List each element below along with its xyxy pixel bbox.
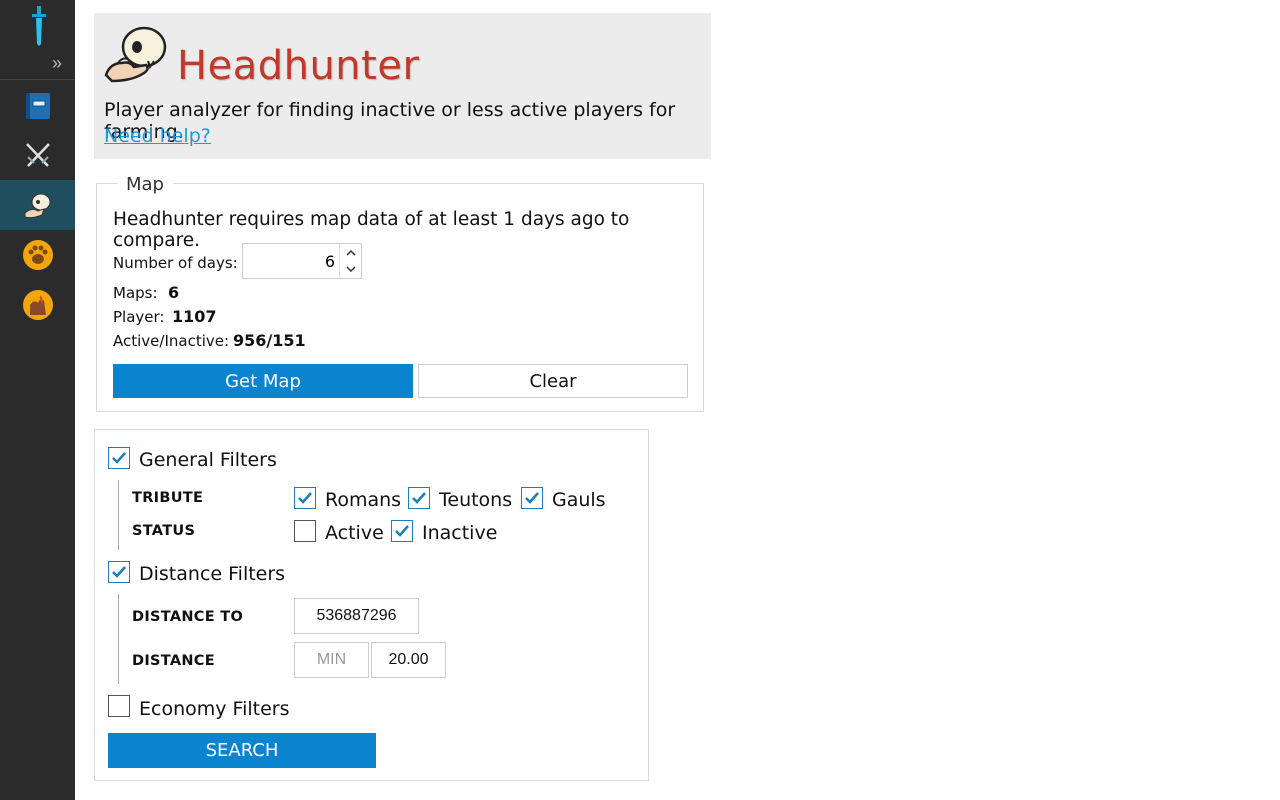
active-inactive-value: 956/151 (233, 331, 306, 350)
checkmark-icon (395, 525, 409, 537)
days-stepper[interactable] (242, 243, 362, 279)
map-group: Map Headhunter requires map data of at l… (96, 174, 704, 412)
checkmark-icon (412, 492, 426, 504)
economy-filters-checkbox[interactable] (108, 695, 130, 717)
headhunter-logo-icon (104, 23, 168, 83)
clear-button[interactable]: Clear (418, 364, 688, 398)
distance-min-input[interactable] (294, 642, 369, 678)
teutons-label: Teutons (439, 489, 513, 511)
days-spinner (339, 244, 361, 278)
get-map-button[interactable]: Get Map (113, 364, 413, 398)
sidebar-item-book[interactable] (0, 80, 75, 130)
maps-value: 6 (168, 283, 180, 302)
checkmark-icon (298, 492, 312, 504)
filters-panel: General Filters TRIBUTE Romans Teutons G… (94, 429, 649, 781)
gauls-label: Gauls (552, 489, 606, 511)
sidebar: » (0, 0, 75, 800)
general-filters-checkbox[interactable] (108, 447, 130, 469)
map-legend: Map (117, 174, 173, 195)
fire-hand-icon (22, 290, 53, 320)
active-checkbox[interactable] (294, 520, 316, 542)
inactive-checkbox[interactable] (391, 520, 413, 542)
distance-filters-checkbox[interactable] (108, 561, 130, 583)
tribute-label: TRIBUTE (132, 490, 204, 506)
crossed-swords-icon (25, 143, 50, 167)
need-help-link[interactable]: Need help? (104, 125, 211, 147)
checkmark-icon (525, 492, 539, 504)
distance-label: DISTANCE (132, 653, 215, 669)
romans-label: Romans (325, 489, 402, 511)
distance-max-input[interactable] (371, 642, 446, 678)
spin-down-icon[interactable] (340, 261, 361, 278)
economy-filters-label: Economy Filters (139, 698, 290, 720)
days-label: Number of days: (113, 254, 238, 272)
checkmark-icon (112, 452, 126, 464)
inactive-label: Inactive (422, 522, 498, 544)
romans-checkbox[interactable] (294, 487, 316, 509)
teutons-checkbox[interactable] (408, 487, 430, 509)
player-value: 1107 (172, 307, 217, 326)
page-title: Headhunter (177, 43, 420, 89)
maps-label: Maps: (113, 284, 158, 302)
expand-sidebar-icon[interactable]: » (52, 54, 70, 72)
book-icon (25, 93, 50, 119)
days-input[interactable] (243, 244, 339, 278)
gauls-checkbox[interactable] (521, 487, 543, 509)
sidebar-item-headhunter[interactable] (0, 180, 75, 230)
general-filters-label: General Filters (139, 449, 277, 471)
paw-icon (22, 240, 53, 270)
distance-to-label: DISTANCE TO (132, 609, 244, 625)
distance-filters-label: Distance Filters (139, 563, 286, 585)
map-description: Headhunter requires map data of at least… (113, 209, 630, 251)
distance-to-input[interactable] (294, 598, 419, 634)
sidebar-item-paw[interactable] (0, 230, 75, 280)
status-label: STATUS (132, 523, 196, 539)
checkmark-icon (112, 566, 126, 578)
distance-filters-indent-line (118, 594, 119, 684)
skull-hand-icon (24, 193, 50, 219)
sword-logo-icon (26, 6, 52, 46)
search-button[interactable]: SEARCH (108, 733, 376, 768)
sidebar-item-swords[interactable] (0, 130, 75, 180)
general-filters-indent-line (118, 480, 119, 550)
header-panel: Headhunter Player analyzer for finding i… (94, 13, 711, 159)
spin-up-icon[interactable] (340, 244, 361, 261)
active-label: Active (325, 522, 384, 544)
player-label: Player: (113, 308, 165, 326)
active-inactive-label: Active/Inactive: (113, 332, 230, 350)
sidebar-item-fire[interactable] (0, 280, 75, 330)
